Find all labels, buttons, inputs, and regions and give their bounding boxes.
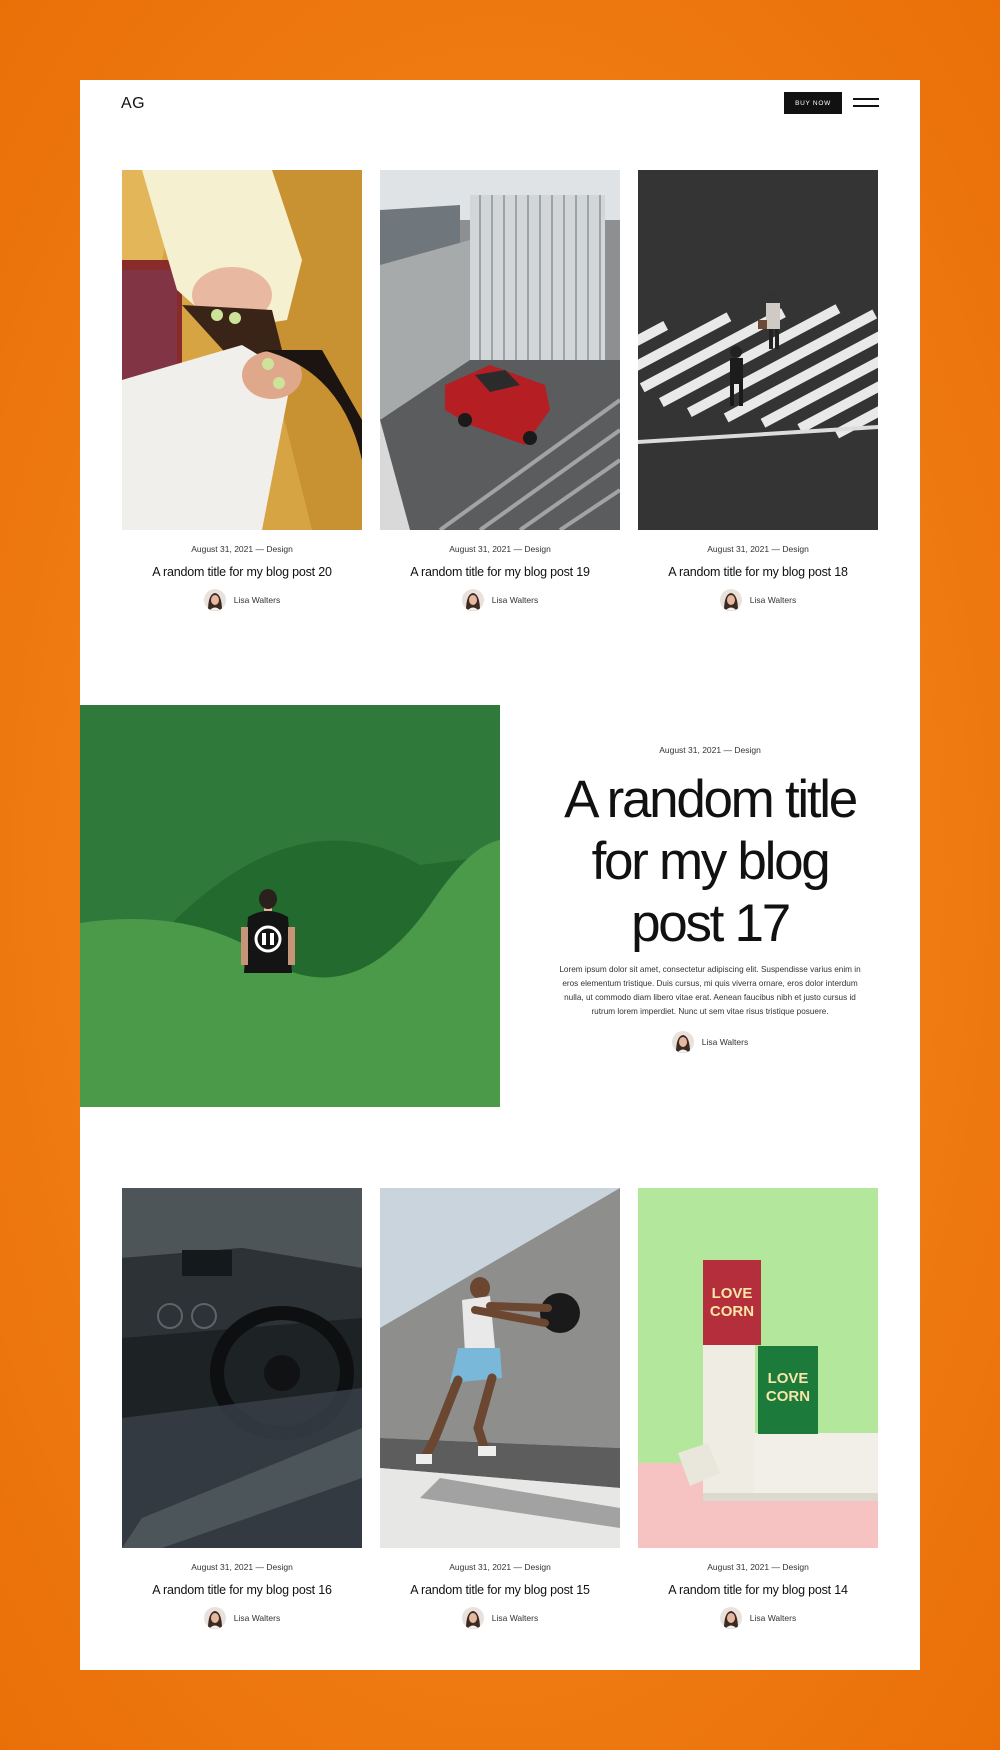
post-author: Lisa Walters: [380, 589, 620, 611]
svg-text:LOVE: LOVE: [768, 1370, 809, 1387]
post-meta: August 31, 2021 — Design: [191, 544, 293, 554]
author-name[interactable]: Lisa Walters: [750, 595, 796, 605]
svg-text:CORN: CORN: [766, 1388, 810, 1405]
red-car-parking-photo: [380, 170, 620, 530]
featured-post-image[interactable]: [80, 705, 500, 1107]
post-meta: August 31, 2021 — Design: [449, 1562, 551, 1572]
post-title[interactable]: A random title for my blog post 16: [122, 1583, 362, 1597]
author-name[interactable]: Lisa Walters: [234, 595, 280, 605]
car-interior-photo: [122, 1188, 362, 1548]
post-image[interactable]: [380, 170, 620, 530]
featured-post-excerpt: Lorem ipsum dolor sit amet, consectetur …: [559, 965, 861, 1016]
author-avatar: [203, 1607, 226, 1629]
post-meta: August 31, 2021 — Design: [191, 1562, 293, 1572]
author-name[interactable]: Lisa Walters: [702, 1037, 748, 1047]
post-meta: August 31, 2021 — Design: [449, 544, 551, 554]
post-title[interactable]: A random title for my blog post 15: [380, 1583, 620, 1597]
author-name[interactable]: Lisa Walters: [492, 1613, 538, 1623]
post-author: Lisa Walters: [638, 589, 878, 611]
author-name[interactable]: Lisa Walters: [750, 1613, 796, 1623]
women-cucumber-eyes-photo: [122, 170, 362, 530]
hamburger-menu-icon[interactable]: [853, 98, 879, 108]
post-card[interactable]: LOVE CORN LOVE CORN August 31, 2021 — De…: [638, 1188, 878, 1629]
author-avatar: [719, 589, 742, 611]
post-author: Lisa Walters: [550, 1031, 870, 1053]
post-card[interactable]: August 31, 2021 — Design A random title …: [122, 170, 362, 611]
author-avatar: [461, 589, 484, 611]
post-meta: August 31, 2021 — Design: [707, 544, 809, 554]
post-image[interactable]: [122, 170, 362, 530]
post-author: Lisa Walters: [638, 1607, 878, 1629]
header: AG BUY NOW: [80, 80, 920, 170]
author-avatar: [203, 589, 226, 611]
post-title[interactable]: A random title for my blog post 20: [122, 565, 362, 579]
logo[interactable]: AG: [121, 95, 145, 113]
author-name[interactable]: Lisa Walters: [234, 1613, 280, 1623]
author-avatar: [719, 1607, 742, 1629]
post-image[interactable]: [122, 1188, 362, 1548]
post-card[interactable]: August 31, 2021 — Design A random title …: [380, 170, 620, 611]
buy-now-button[interactable]: BUY NOW: [784, 92, 842, 114]
svg-text:LOVE: LOVE: [712, 1285, 753, 1302]
post-image[interactable]: [380, 1188, 620, 1548]
love-corn-product-photo: LOVE CORN LOVE CORN: [638, 1188, 878, 1548]
post-image[interactable]: LOVE CORN LOVE CORN: [638, 1188, 878, 1548]
featured-post-meta: August 31, 2021 — Design: [659, 745, 761, 755]
author-avatar: [461, 1607, 484, 1629]
post-author: Lisa Walters: [380, 1607, 620, 1629]
crosswalk-aerial-photo: [638, 170, 878, 530]
post-title[interactable]: A random title for my blog post 14: [638, 1583, 878, 1597]
man-green-hills-photo: [80, 705, 500, 1107]
post-author: Lisa Walters: [122, 589, 362, 611]
post-card[interactable]: August 31, 2021 — Design A random title …: [638, 170, 878, 611]
author-avatar: [671, 1031, 694, 1053]
post-title[interactable]: A random title for my blog post 19: [380, 565, 620, 579]
post-meta: August 31, 2021 — Design: [707, 1562, 809, 1572]
medicine-ball-athlete-photo: [380, 1188, 620, 1548]
svg-text:CORN: CORN: [710, 1303, 754, 1320]
post-card[interactable]: August 31, 2021 — Design A random title …: [380, 1188, 620, 1629]
page: AG BUY NOW August 31, 2021 — Design A ra…: [80, 80, 920, 1670]
featured-post: August 31, 2021 — Design A random title …: [550, 745, 870, 1053]
post-card[interactable]: August 31, 2021 — Design A random title …: [122, 1188, 362, 1629]
post-author: Lisa Walters: [122, 1607, 362, 1629]
featured-post-title[interactable]: A random title for my blog post 17: [550, 769, 870, 955]
author-name[interactable]: Lisa Walters: [492, 595, 538, 605]
post-title[interactable]: A random title for my blog post 18: [638, 565, 878, 579]
post-image[interactable]: [638, 170, 878, 530]
